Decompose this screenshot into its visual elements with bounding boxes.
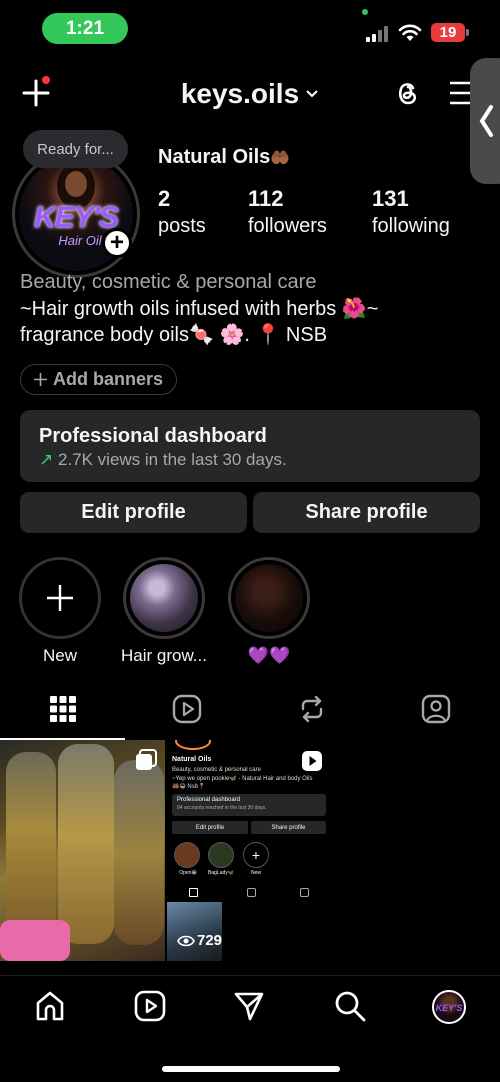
battery-tip (466, 29, 469, 36)
status-time: 1:21 (42, 13, 128, 44)
reel-shot-name: Natural Oils (172, 756, 212, 763)
notification-dot (40, 74, 52, 86)
chevron-left-icon (479, 105, 493, 137)
highlight-cover (130, 564, 198, 632)
posts-count: 2 (158, 186, 171, 211)
dashboard-views-text: 2.7K views in the last 30 days. (57, 450, 287, 469)
account-switcher[interactable]: keys.oils (150, 74, 350, 114)
multi-photo-icon (136, 749, 157, 770)
highlight-label-new: New (42, 646, 77, 665)
following-stat[interactable]: 131 following (372, 186, 450, 238)
note-bubble[interactable]: Ready for... (23, 130, 128, 168)
followers-label: followers (248, 215, 327, 237)
highlight-hearts[interactable] (228, 557, 310, 639)
highlight-label-hair-growth: Hair grow... (121, 646, 207, 665)
professional-dashboard[interactable]: Professional dashboard ↗ 2.7K views in t… (20, 410, 480, 482)
followers-count: 112 (248, 186, 284, 211)
side-panel-tab[interactable] (470, 58, 500, 184)
following-label: following (372, 215, 450, 237)
highlight-cover (235, 564, 303, 632)
display-name-text: Natural Oils (158, 146, 271, 168)
reel-shot-category: Beauty, cosmetic & personal care (172, 767, 261, 773)
following-count: 131 (372, 186, 409, 211)
reel-shot-bio2: 🤲🏾😁 Nsb📍 (172, 784, 206, 790)
reel-shot-hl2: BagLady🦋 (208, 870, 234, 876)
reel-shot-dash-sub: 84 accounts reached in the last 30 days. (177, 805, 267, 811)
highlight-label-hearts: 💜💜 (247, 646, 291, 665)
edit-profile-button[interactable]: Edit profile (20, 492, 247, 533)
views-eye-icon (177, 935, 195, 947)
reel-shot-share: Share profile (251, 821, 326, 834)
search-icon[interactable] (334, 990, 366, 1022)
home-icon[interactable] (34, 990, 66, 1022)
profile-nav-avatar[interactable]: KEY'S (432, 990, 466, 1024)
trend-arrow-icon: ↗ (39, 450, 54, 469)
plus-icon (33, 373, 47, 386)
dashboard-subtitle: ↗ 2.7K views in the last 30 days. (39, 450, 287, 470)
display-name: Natural Oils🤲🏾 (158, 146, 290, 169)
post-tile-oil-bottles[interactable] (0, 740, 165, 961)
threads-icon[interactable] (392, 78, 422, 108)
reel-icon (302, 751, 322, 771)
home-indicator (162, 1066, 340, 1072)
reel-shot-dash-title: Professional dashboard (177, 797, 241, 803)
category-label: Beauty, cosmetic & personal care (20, 271, 317, 293)
grid-icon[interactable] (48, 694, 78, 724)
followers-stat[interactable]: 112 followers (248, 186, 327, 238)
profile-nav-avatar-logo: KEY'S (435, 1003, 463, 1013)
battery-indicator: 19 (431, 23, 465, 42)
wifi-icon (398, 24, 422, 41)
menu-icon[interactable] (450, 80, 472, 106)
new-highlight-button[interactable] (19, 557, 101, 639)
dashboard-title: Professional dashboard (39, 425, 267, 447)
add-banners-label: Add banners (52, 369, 163, 389)
posts-stat[interactable]: 2 posts (158, 186, 206, 238)
post-tile-reel[interactable]: Natural Oils Beauty, cosmetic & personal… (167, 740, 333, 961)
reels-icon[interactable] (172, 694, 202, 724)
reel-shot-hl1: Open😁 (179, 870, 197, 876)
reels-nav-icon[interactable] (134, 990, 166, 1022)
privacy-indicator-dot (362, 9, 368, 15)
bio-line-2: fragrance body oils🍬 🌸. 📍 NSB (20, 324, 328, 346)
reposts-icon[interactable] (297, 694, 327, 724)
reel-shot-edit: Edit profile (172, 821, 248, 834)
bio-line-1: ~Hair growth oils infused with herbs 🌺~ (20, 298, 379, 320)
chevron-down-icon (306, 90, 318, 98)
posts-label: posts (158, 215, 206, 237)
reel-shot-bio: ~Yep we open pookie🦋 - Natural Hair and … (172, 776, 313, 782)
plus-icon (47, 585, 73, 611)
direct-messages-icon[interactable] (233, 990, 265, 1022)
display-name-emoji: 🤲🏾 (270, 150, 291, 167)
add-story-button[interactable]: + (102, 228, 132, 258)
bottom-nav-divider (0, 975, 500, 976)
views-count: 729 (197, 932, 223, 949)
reel-shot-hl3: New (250, 870, 261, 876)
signal-icon (366, 26, 392, 42)
tagged-icon[interactable] (421, 694, 451, 724)
add-banners-button[interactable]: Add banners (20, 364, 177, 395)
username-label: keys.oils (180, 78, 300, 109)
highlight-hair-growth[interactable] (123, 557, 205, 639)
share-profile-button[interactable]: Share profile (253, 492, 480, 533)
